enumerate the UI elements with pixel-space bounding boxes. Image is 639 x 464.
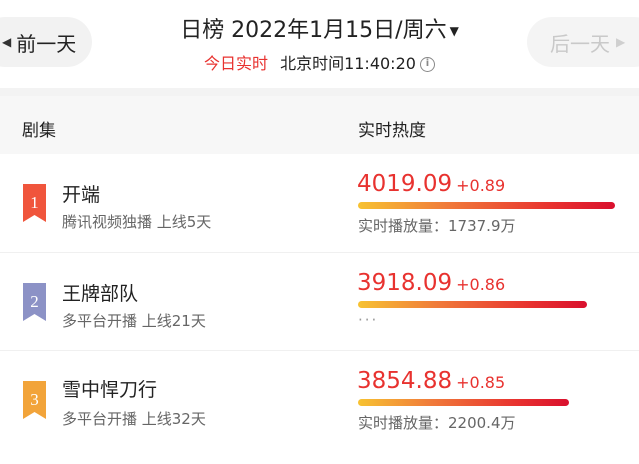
heat-column-header: 实时热度 bbox=[358, 121, 426, 141]
table-header: 剧集 实时热度 bbox=[0, 96, 639, 154]
show-meta: 多平台开播 上线21天 bbox=[62, 312, 206, 330]
show-title: 开端 bbox=[62, 184, 101, 206]
play-count: 实时播放量：2200.4万 bbox=[358, 414, 516, 432]
heat-value-group: 3918.09 +0.86 bbox=[357, 270, 505, 296]
heat-value: 3918.09 bbox=[357, 270, 453, 296]
heat-bar bbox=[358, 399, 569, 406]
next-day-label: 后一天 bbox=[550, 31, 610, 56]
heat-bar bbox=[358, 202, 615, 209]
table-row[interactable]: 1 开端 腾讯视频独播 上线5天 4019.09 +0.89 实时播放量：1737… bbox=[0, 154, 639, 252]
next-day-button[interactable]: 后一天 ▶ bbox=[527, 17, 639, 67]
show-meta: 多平台开播 上线32天 bbox=[62, 410, 206, 428]
show-title: 雪中悍刀行 bbox=[62, 379, 158, 401]
heat-value: 4019.09 bbox=[357, 171, 453, 197]
table-row[interactable]: 2 王牌部队 多平台开播 上线21天 3918.09 +0.86 ··· bbox=[0, 252, 639, 350]
header-bar: ◀ 前一天 日榜 2022年1月15日/周六 ▼ 今日实时 北京时间11:40:20… bbox=[0, 0, 639, 88]
chevron-right-icon: ▶ bbox=[616, 35, 626, 49]
heat-delta: +0.86 bbox=[456, 275, 506, 294]
show-meta: 腾讯视频独播 上线5天 bbox=[62, 213, 212, 231]
more-dots[interactable]: ··· bbox=[358, 311, 378, 329]
heat-value-group: 3854.88 +0.85 bbox=[357, 368, 505, 394]
heat-delta: +0.89 bbox=[456, 176, 506, 195]
caret-down-icon: ▼ bbox=[449, 24, 459, 38]
heat-value: 3854.88 bbox=[357, 368, 453, 394]
rank-number: 2 bbox=[30, 292, 39, 311]
today-realtime-label[interactable]: 今日实时 bbox=[204, 54, 268, 73]
heat-bar bbox=[358, 301, 587, 308]
date-title-text: 日榜 2022年1月15日/周六 bbox=[180, 18, 447, 43]
rank-badge: 1 bbox=[23, 184, 46, 222]
info-icon[interactable]: i bbox=[419, 57, 435, 72]
play-count: 实时播放量：1737.9万 bbox=[358, 217, 516, 235]
heat-value-group: 4019.09 +0.89 bbox=[357, 171, 505, 197]
show-title: 王牌部队 bbox=[62, 283, 139, 305]
beijing-clock: 北京时间11:40:20 bbox=[280, 54, 416, 73]
rank-number: 3 bbox=[30, 390, 39, 409]
rank-number: 1 bbox=[30, 193, 39, 212]
heat-delta: +0.85 bbox=[456, 373, 506, 392]
rank-badge: 3 bbox=[23, 381, 46, 419]
section-divider bbox=[0, 88, 639, 96]
rank-badge: 2 bbox=[23, 283, 46, 321]
series-column-header: 剧集 bbox=[22, 121, 56, 141]
table-row[interactable]: 3 雪中悍刀行 多平台开播 上线32天 3854.88 +0.85 实时播放量：2… bbox=[0, 350, 639, 464]
